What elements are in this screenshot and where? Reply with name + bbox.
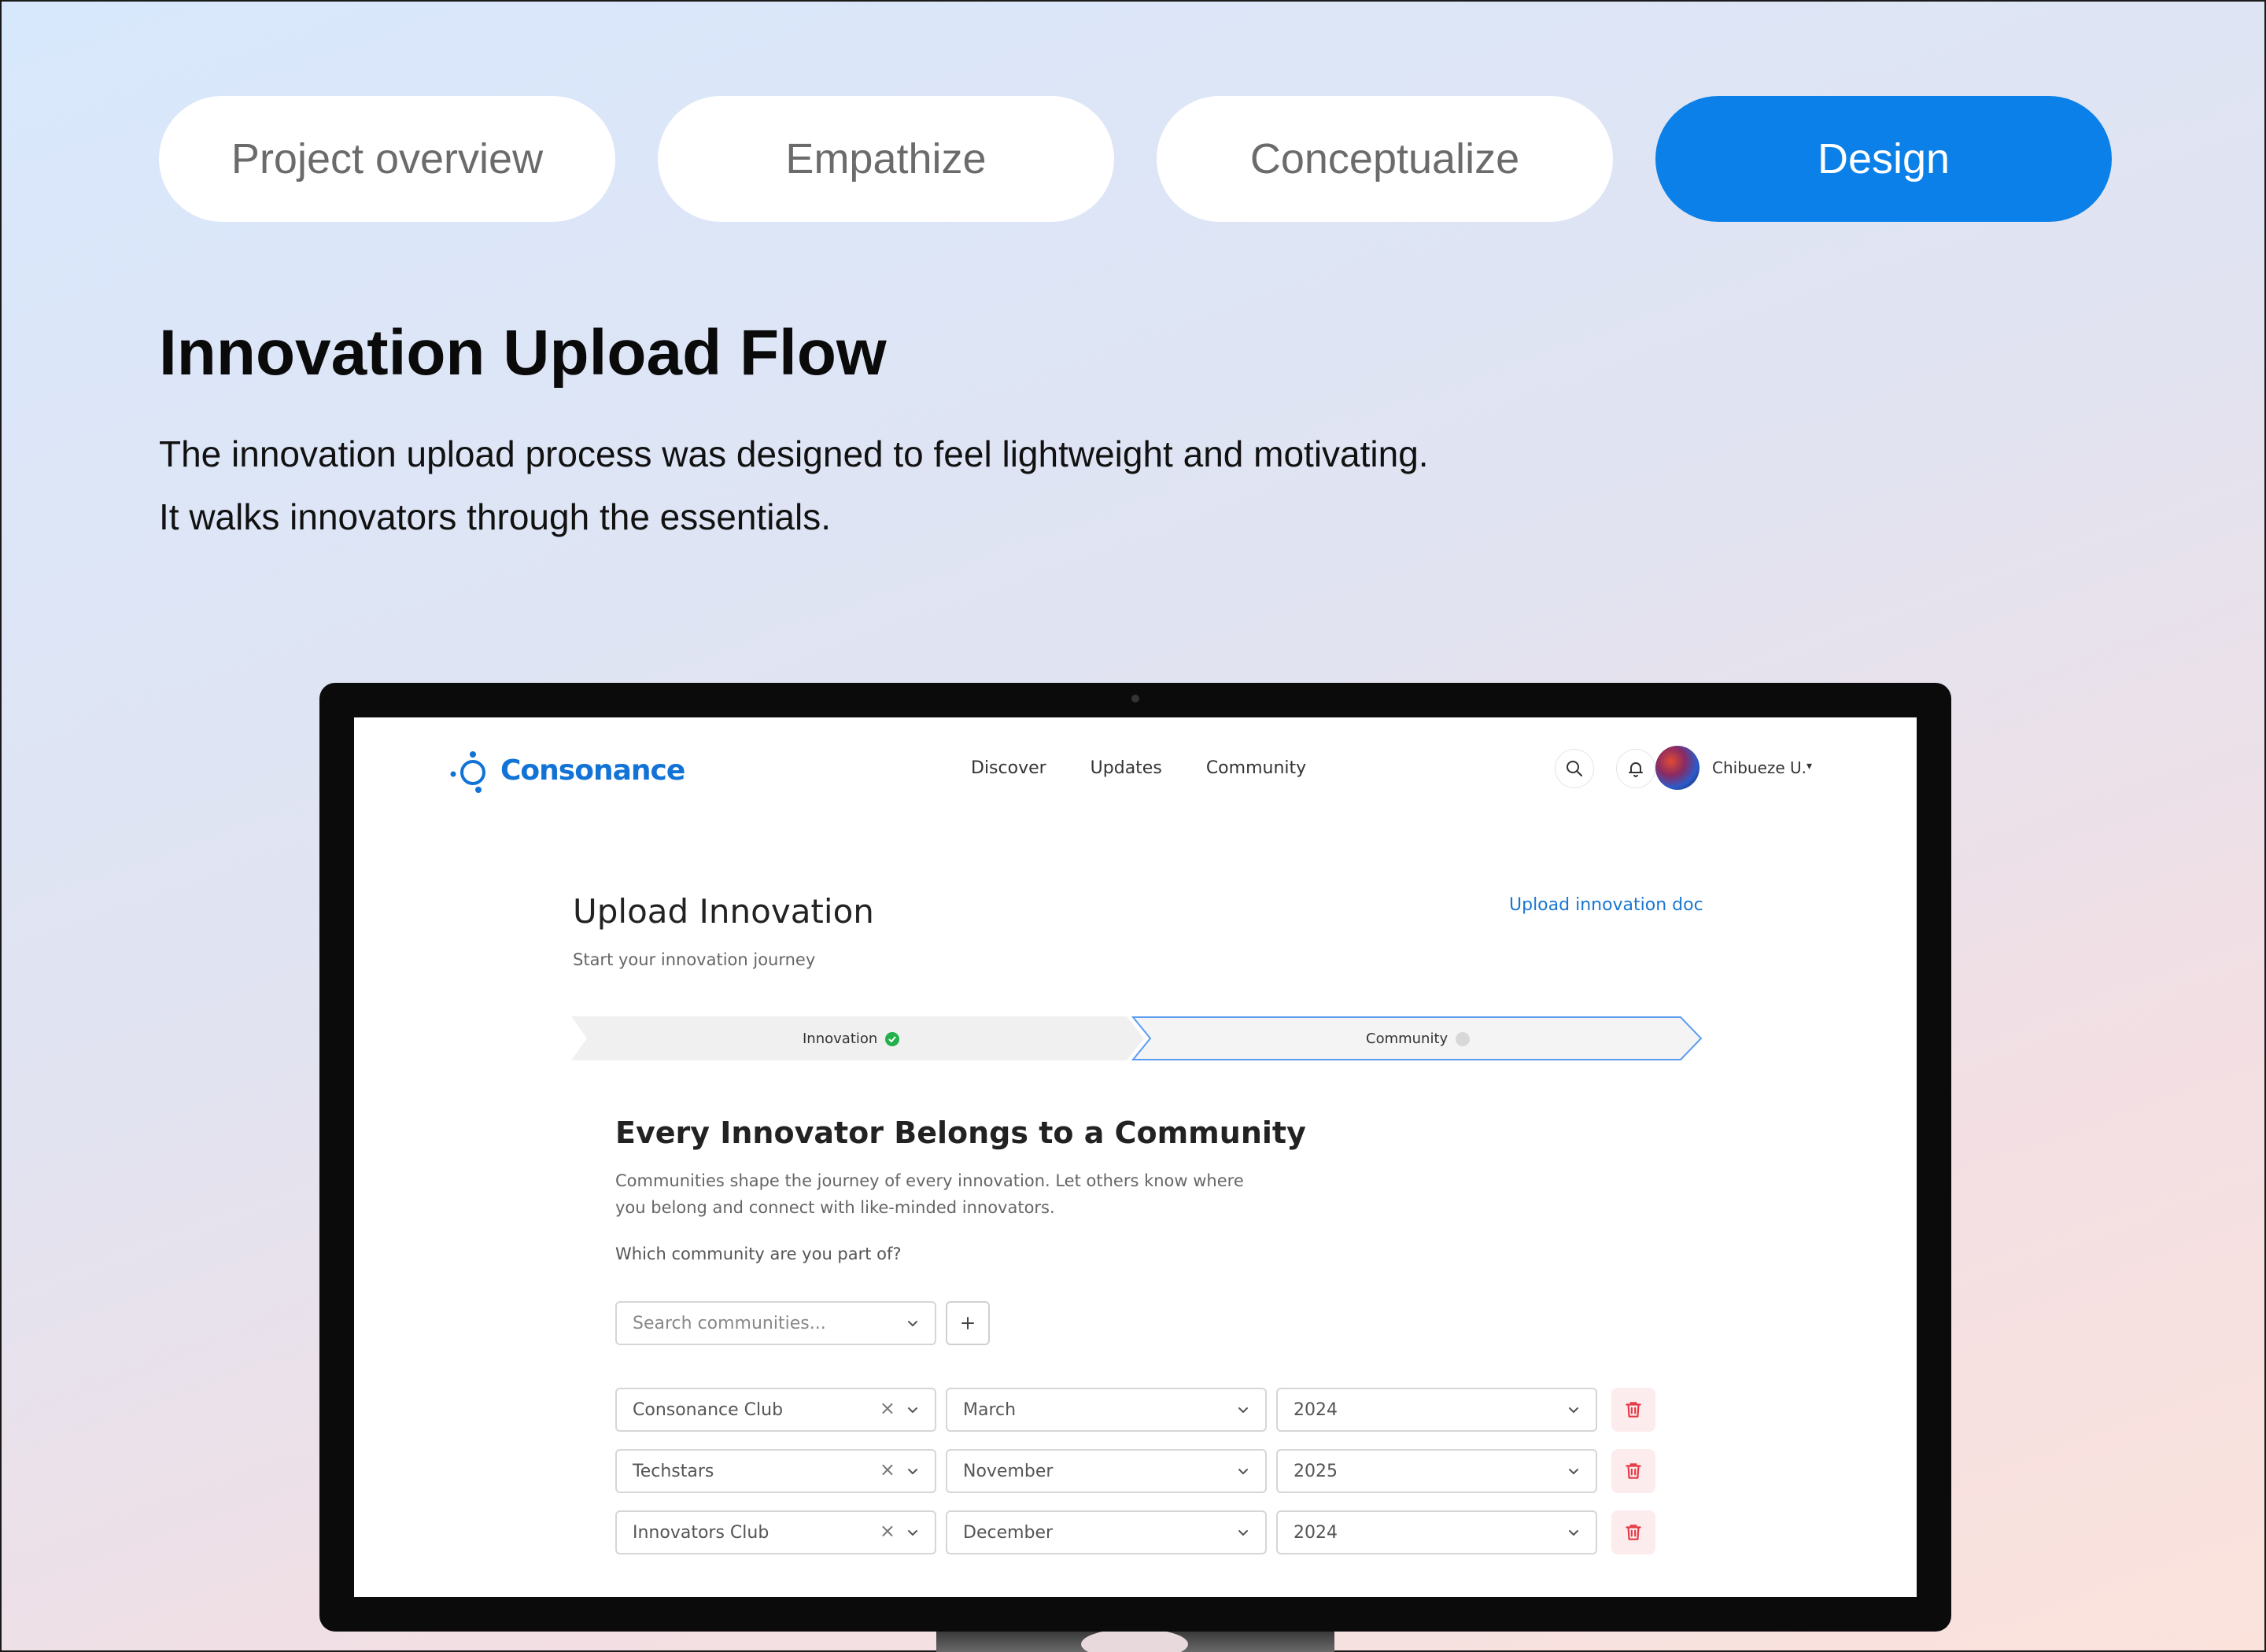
- avatar[interactable]: [1655, 746, 1700, 790]
- community-section-title: Every Innovator Belongs to a Community: [615, 1115, 1306, 1150]
- search-button[interactable]: [1555, 749, 1594, 788]
- chevron-down-icon: [1569, 1407, 1578, 1413]
- tab-project-overview[interactable]: Project overview: [159, 96, 615, 222]
- section-heading: Innovation Upload Flow: [159, 317, 887, 389]
- step-community[interactable]: Community: [1366, 1031, 1471, 1047]
- community-name-select[interactable]: Consonance Club ×: [615, 1388, 936, 1432]
- chevron-down-icon: [908, 1321, 917, 1326]
- year-value: 2024: [1294, 1399, 1338, 1420]
- step-arrows: [571, 1016, 1703, 1060]
- step-innovation-label: Innovation: [803, 1031, 878, 1047]
- top-nav: Discover Updates Community: [971, 758, 1306, 778]
- month-value: December: [963, 1522, 1054, 1543]
- nav-community[interactable]: Community: [1206, 758, 1306, 778]
- chevron-down-icon: [908, 1407, 917, 1413]
- bell-icon: [1629, 762, 1643, 777]
- tab-empathize[interactable]: Empathize: [658, 96, 1114, 222]
- phase-tabs: Project overview Empathize Conceptualize…: [159, 96, 2112, 222]
- year-select[interactable]: 2024: [1276, 1510, 1597, 1554]
- app-screen: Consonance Discover Updates Community Ch…: [354, 717, 1917, 1597]
- chevron-down-icon: [908, 1469, 917, 1474]
- community-section-description: Communities shape the journey of every i…: [615, 1171, 1244, 1217]
- trash-icon: [1626, 1463, 1641, 1479]
- user-name[interactable]: Chibueze U.: [1712, 758, 1807, 777]
- month-select[interactable]: November: [946, 1449, 1267, 1493]
- chevron-down-icon: [908, 1530, 917, 1536]
- month-select[interactable]: December: [946, 1510, 1267, 1554]
- nav-discover[interactable]: Discover: [971, 758, 1046, 778]
- year-value: 2024: [1294, 1522, 1338, 1543]
- search-communities-select[interactable]: Search communities...: [615, 1301, 936, 1345]
- community-name-value: Consonance Club: [633, 1399, 784, 1420]
- tab-design[interactable]: Design: [1655, 96, 2112, 222]
- consonance-logo-icon: [450, 751, 485, 793]
- chevron-down-icon: [1569, 1530, 1578, 1536]
- month-value: November: [963, 1461, 1054, 1481]
- check-icon: [885, 1031, 900, 1046]
- tab-conceptualize[interactable]: Conceptualize: [1157, 96, 1613, 222]
- month-value: March: [963, 1399, 1017, 1420]
- community-name-select[interactable]: Techstars ×: [615, 1449, 936, 1493]
- camera-dot: [1131, 695, 1139, 702]
- page-subtitle: Start your innovation journey: [573, 950, 816, 969]
- description-line-1: The innovation upload process was design…: [159, 433, 1429, 474]
- monitor-frame: Consonance Discover Updates Community Ch…: [319, 683, 1951, 1632]
- trash-icon: [1626, 1402, 1641, 1418]
- description-line-2: It walks innovators through the essentia…: [159, 496, 832, 537]
- user-menu-caret-icon[interactable]: ▾: [1807, 760, 1812, 773]
- delete-row-button[interactable]: [1611, 1449, 1655, 1493]
- community-name-value: Techstars: [633, 1461, 714, 1481]
- step-innovation[interactable]: Innovation: [803, 1031, 900, 1047]
- delete-row-button[interactable]: [1611, 1388, 1655, 1432]
- step-progress: Innovation Community: [571, 1016, 1704, 1060]
- upload-doc-link[interactable]: Upload innovation doc: [1509, 895, 1703, 915]
- add-community-button[interactable]: [946, 1301, 990, 1345]
- chevron-down-icon: [1569, 1469, 1578, 1474]
- app-logo[interactable]: Consonance: [447, 746, 685, 795]
- trash-icon: [1626, 1525, 1641, 1540]
- pending-dot-icon: [1456, 1031, 1471, 1046]
- community-name-value: Innovators Club: [633, 1522, 769, 1543]
- clear-icon[interactable]: ×: [880, 1397, 895, 1419]
- page-title: Upload Innovation: [573, 892, 874, 931]
- app-logo-text: Consonance: [500, 754, 685, 787]
- step-community-label: Community: [1366, 1031, 1449, 1047]
- year-select[interactable]: 2025: [1276, 1449, 1597, 1493]
- clear-icon[interactable]: ×: [880, 1458, 895, 1481]
- community-name-select[interactable]: Innovators Club ×: [615, 1510, 936, 1554]
- year-select[interactable]: 2024: [1276, 1388, 1597, 1432]
- section-description: The innovation upload process was design…: [159, 422, 1429, 548]
- chevron-down-icon: [1238, 1469, 1248, 1474]
- year-value: 2025: [1294, 1461, 1338, 1481]
- clear-icon[interactable]: ×: [880, 1520, 895, 1542]
- month-select[interactable]: March: [946, 1388, 1267, 1432]
- search-communities-placeholder: Search communities...: [633, 1313, 826, 1333]
- search-icon: [1567, 761, 1582, 776]
- nav-updates[interactable]: Updates: [1091, 758, 1162, 778]
- chevron-down-icon: [1238, 1407, 1248, 1413]
- community-question: Which community are you part of?: [615, 1245, 902, 1263]
- plus-icon: [961, 1317, 974, 1329]
- chevron-down-icon: [1238, 1530, 1248, 1536]
- notifications-button[interactable]: [1616, 749, 1655, 788]
- delete-row-button[interactable]: [1611, 1510, 1655, 1554]
